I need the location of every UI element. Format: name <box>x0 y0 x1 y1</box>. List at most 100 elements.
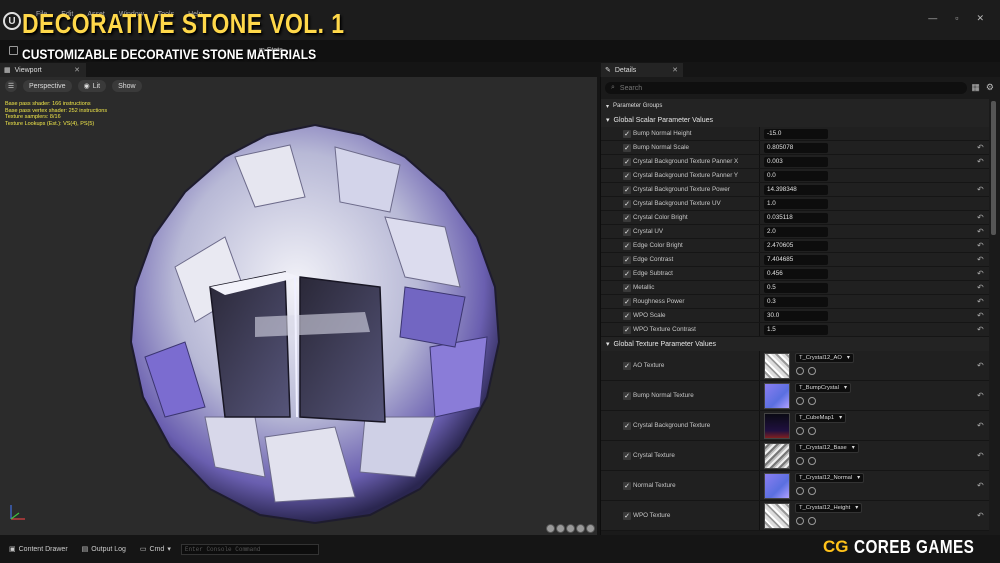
param-value-input[interactable]: 2.0 <box>764 226 828 237</box>
texture-thumbnail[interactable] <box>764 443 790 469</box>
param-enable-checkbox[interactable]: ✓ <box>623 283 631 292</box>
minimize-icon[interactable]: — <box>928 13 937 24</box>
close-icon[interactable]: ✕ <box>672 66 678 74</box>
reset-to-default-icon[interactable]: ↶ <box>977 297 984 306</box>
param-value-input[interactable]: 30.0 <box>764 310 828 321</box>
reset-to-default-icon[interactable]: ↶ <box>977 311 984 320</box>
texture-asset-dropdown[interactable]: T_Crystal12_Base ▾ <box>795 443 859 453</box>
param-value-input[interactable]: 14.398348 <box>764 184 828 195</box>
browse-icon[interactable] <box>808 457 816 465</box>
texture-thumbnail[interactable] <box>764 503 790 529</box>
param-enable-checkbox[interactable]: ✓ <box>623 391 631 400</box>
grid-icon[interactable]: ▦ <box>971 82 980 93</box>
param-value-input[interactable]: 0.003 <box>764 156 828 167</box>
use-selected-icon[interactable] <box>796 367 804 375</box>
content-drawer-button[interactable]: ▣ Content Drawer <box>5 545 72 554</box>
tab-details[interactable]: ✎ Details ✕ <box>601 63 683 77</box>
param-enable-checkbox[interactable]: ✓ <box>623 421 631 430</box>
use-selected-icon[interactable] <box>796 517 804 525</box>
use-selected-icon[interactable] <box>796 397 804 405</box>
reset-to-default-icon[interactable]: ↶ <box>977 213 984 222</box>
tab-viewport[interactable]: ▦ Viewport ✕ <box>0 63 86 77</box>
cylinder-shape-icon[interactable] <box>556 524 565 533</box>
param-value-input[interactable]: 1.5 <box>764 324 828 335</box>
param-enable-checkbox[interactable]: ✓ <box>623 157 631 166</box>
param-enable-checkbox[interactable]: ✓ <box>623 511 631 520</box>
param-enable-checkbox[interactable]: ✓ <box>623 325 631 334</box>
search-input[interactable]: ⌕ Search <box>605 82 967 94</box>
texture-asset-dropdown[interactable]: T_CubeMap1 ▾ <box>795 413 847 423</box>
param-value-input[interactable]: 0.456 <box>764 268 828 279</box>
reset-to-default-icon[interactable]: ↶ <box>977 361 984 370</box>
texture-asset-dropdown[interactable]: T_Crystal12_AO ▾ <box>795 353 854 363</box>
texture-thumbnail[interactable] <box>764 413 790 439</box>
texture-group-header[interactable]: ▾ Global Texture Parameter Values <box>601 337 989 351</box>
save-icon[interactable] <box>9 46 18 55</box>
param-value-input[interactable]: 0.3 <box>764 296 828 307</box>
reset-to-default-icon[interactable]: ↶ <box>977 241 984 250</box>
maximize-icon[interactable]: ▫ <box>955 13 958 24</box>
param-enable-checkbox[interactable]: ✓ <box>623 269 631 278</box>
param-value-input[interactable]: -15.0 <box>764 128 828 139</box>
reset-to-default-icon[interactable]: ↶ <box>977 325 984 334</box>
reset-to-default-icon[interactable]: ↶ <box>977 269 984 278</box>
close-icon[interactable]: ✕ <box>74 66 80 74</box>
use-selected-icon[interactable] <box>796 487 804 495</box>
reset-to-default-icon[interactable]: ↶ <box>977 143 984 152</box>
param-value-input[interactable]: 0.5 <box>764 282 828 293</box>
sphere-shape-icon[interactable] <box>546 524 555 533</box>
texture-asset-dropdown[interactable]: T_Crystal12_Normal ▾ <box>795 473 865 483</box>
param-enable-checkbox[interactable]: ✓ <box>623 241 631 250</box>
reset-to-default-icon[interactable]: ↶ <box>977 185 984 194</box>
lit-button[interactable]: ◉ Lit <box>77 80 107 92</box>
details-scrollbar[interactable] <box>991 101 996 235</box>
reset-to-default-icon[interactable]: ↶ <box>977 157 984 166</box>
reset-to-default-icon[interactable]: ↶ <box>977 451 984 460</box>
reset-to-default-icon[interactable]: ↶ <box>977 283 984 292</box>
param-enable-checkbox[interactable]: ✓ <box>623 199 631 208</box>
use-selected-icon[interactable] <box>796 457 804 465</box>
reset-to-default-icon[interactable]: ↶ <box>977 421 984 430</box>
texture-asset-dropdown[interactable]: T_BumpCrystal ▾ <box>795 383 851 393</box>
mesh-shape-icon[interactable] <box>586 524 595 533</box>
param-enable-checkbox[interactable]: ✓ <box>623 311 631 320</box>
param-enable-checkbox[interactable]: ✓ <box>623 297 631 306</box>
gear-icon[interactable]: ⚙ <box>986 82 994 93</box>
perspective-button[interactable]: Perspective <box>23 80 72 92</box>
reset-to-default-icon[interactable]: ↶ <box>977 481 984 490</box>
param-enable-checkbox[interactable]: ✓ <box>623 185 631 194</box>
browse-icon[interactable] <box>808 427 816 435</box>
param-value-input[interactable]: 0.035118 <box>764 212 828 223</box>
scalar-group-header[interactable]: ▾ Global Scalar Parameter Values <box>601 113 989 127</box>
close-icon[interactable]: ✕ <box>976 13 984 24</box>
reset-to-default-icon[interactable]: ↶ <box>977 511 984 520</box>
param-value-input[interactable]: 1.0 <box>764 198 828 209</box>
param-enable-checkbox[interactable]: ✓ <box>623 129 631 138</box>
param-enable-checkbox[interactable]: ✓ <box>623 171 631 180</box>
reset-to-default-icon[interactable]: ↶ <box>977 391 984 400</box>
param-enable-checkbox[interactable]: ✓ <box>623 213 631 222</box>
reset-to-default-icon[interactable]: ↶ <box>977 227 984 236</box>
use-selected-icon[interactable] <box>796 427 804 435</box>
param-value-input[interactable]: 0.805078 <box>764 142 828 153</box>
hamburger-menu-button[interactable]: ☰ <box>5 80 17 92</box>
param-enable-checkbox[interactable]: ✓ <box>623 361 631 370</box>
param-value-input[interactable]: 0.0 <box>764 170 828 181</box>
cube-shape-icon[interactable] <box>576 524 585 533</box>
texture-thumbnail[interactable] <box>764 473 790 499</box>
browse-icon[interactable] <box>808 367 816 375</box>
texture-thumbnail[interactable] <box>764 383 790 409</box>
reset-to-default-icon[interactable]: ↶ <box>977 255 984 264</box>
browse-icon[interactable] <box>808 517 816 525</box>
plane-shape-icon[interactable] <box>566 524 575 533</box>
texture-thumbnail[interactable] <box>764 353 790 379</box>
param-enable-checkbox[interactable]: ✓ <box>623 143 631 152</box>
texture-asset-dropdown[interactable]: T_Crystal12_Height ▾ <box>795 503 863 513</box>
console-command-input[interactable]: Enter Console Command <box>180 543 319 555</box>
param-enable-checkbox[interactable]: ✓ <box>623 451 631 460</box>
param-value-input[interactable]: 2.470605 <box>764 240 828 251</box>
parameter-groups-header[interactable]: ▾ Parameter Groups <box>601 99 989 113</box>
viewport[interactable]: ☰ Perspective ◉ Lit Show Base pass shader… <box>0 77 597 535</box>
param-enable-checkbox[interactable]: ✓ <box>623 481 631 490</box>
show-button[interactable]: Show <box>112 80 142 92</box>
